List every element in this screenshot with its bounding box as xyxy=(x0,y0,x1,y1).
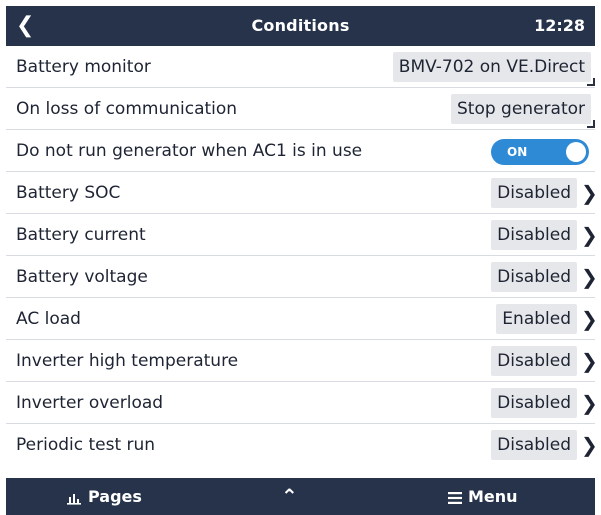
loss-of-communication-select[interactable]: Stop generator xyxy=(451,94,595,128)
clock: 12:28 xyxy=(534,16,585,35)
conditions-list: Battery monitor BMV-702 on VE.Direct On … xyxy=(6,46,598,476)
bar-chart-icon xyxy=(67,493,81,505)
pages-label: Pages xyxy=(88,487,142,506)
row-loss-of-communication[interactable]: On loss of communication Stop generator xyxy=(6,88,595,130)
row-label: Battery monitor xyxy=(16,57,151,77)
row-label: Battery voltage xyxy=(16,267,148,287)
row-label: Inverter high temperature xyxy=(16,351,239,371)
ac-load-status: Enabled xyxy=(496,304,577,334)
chevron-right-icon[interactable]: ❯ xyxy=(581,172,598,214)
bottom-bar: Pages ⌃ Menu xyxy=(6,478,595,515)
chevron-right-icon[interactable]: ❯ xyxy=(581,214,598,256)
inverter-high-temperature-status: Disabled xyxy=(491,346,577,376)
ac1-in-use-toggle[interactable]: ON xyxy=(491,139,589,165)
menu-button[interactable]: Menu xyxy=(448,478,518,515)
row-inverter-high-temperature[interactable]: Inverter high temperature Disabled ❯ xyxy=(6,340,598,382)
periodic-test-run-status: Disabled xyxy=(491,430,577,460)
conditions-screen: ❮ Conditions 12:28 Battery monitor BMV-7… xyxy=(0,0,601,515)
row-ac-load[interactable]: AC load Enabled ❯ xyxy=(6,298,598,340)
row-label: Battery current xyxy=(16,225,146,245)
chevron-right-icon[interactable]: ❯ xyxy=(581,340,598,382)
row-battery-current[interactable]: Battery current Disabled ❯ xyxy=(6,214,598,256)
row-label: Periodic test run xyxy=(16,435,156,455)
chevron-right-icon[interactable]: ❯ xyxy=(581,256,598,298)
toggle-knob xyxy=(566,142,586,162)
chevron-right-icon[interactable]: ❯ xyxy=(581,424,598,466)
row-ac1-in-use[interactable]: Do not run generator when AC1 is in use … xyxy=(6,130,595,172)
inverter-overload-status: Disabled xyxy=(491,388,577,418)
toggle-state-label: ON xyxy=(507,145,528,159)
row-label: On loss of communication xyxy=(16,99,238,119)
top-bar: ❮ Conditions 12:28 xyxy=(6,6,595,46)
battery-voltage-status: Disabled xyxy=(491,262,577,292)
row-inverter-overload[interactable]: Inverter overload Disabled ❯ xyxy=(6,382,598,424)
chevron-right-icon[interactable]: ❯ xyxy=(581,298,598,340)
pages-button[interactable]: Pages xyxy=(66,478,142,515)
chevron-right-icon[interactable]: ❯ xyxy=(581,382,598,424)
row-periodic-test-run[interactable]: Periodic test run Disabled ❯ xyxy=(6,424,598,466)
hamburger-icon xyxy=(448,491,462,504)
chevron-up-icon[interactable]: ⌃ xyxy=(281,478,298,515)
row-label: Do not run generator when AC1 is in use xyxy=(16,141,363,161)
battery-monitor-select[interactable]: BMV-702 on VE.Direct xyxy=(392,52,596,86)
page-title: Conditions xyxy=(251,16,350,35)
row-battery-soc[interactable]: Battery SOC Disabled ❯ xyxy=(6,172,598,214)
row-battery-voltage[interactable]: Battery voltage Disabled ❯ xyxy=(6,256,598,298)
row-label: Inverter overload xyxy=(16,393,164,413)
battery-soc-status: Disabled xyxy=(491,178,577,208)
row-battery-monitor[interactable]: Battery monitor BMV-702 on VE.Direct xyxy=(6,46,596,88)
row-label: AC load xyxy=(16,309,81,329)
row-label: Battery SOC xyxy=(16,183,121,203)
battery-current-status: Disabled xyxy=(491,220,577,250)
menu-label: Menu xyxy=(468,487,518,506)
